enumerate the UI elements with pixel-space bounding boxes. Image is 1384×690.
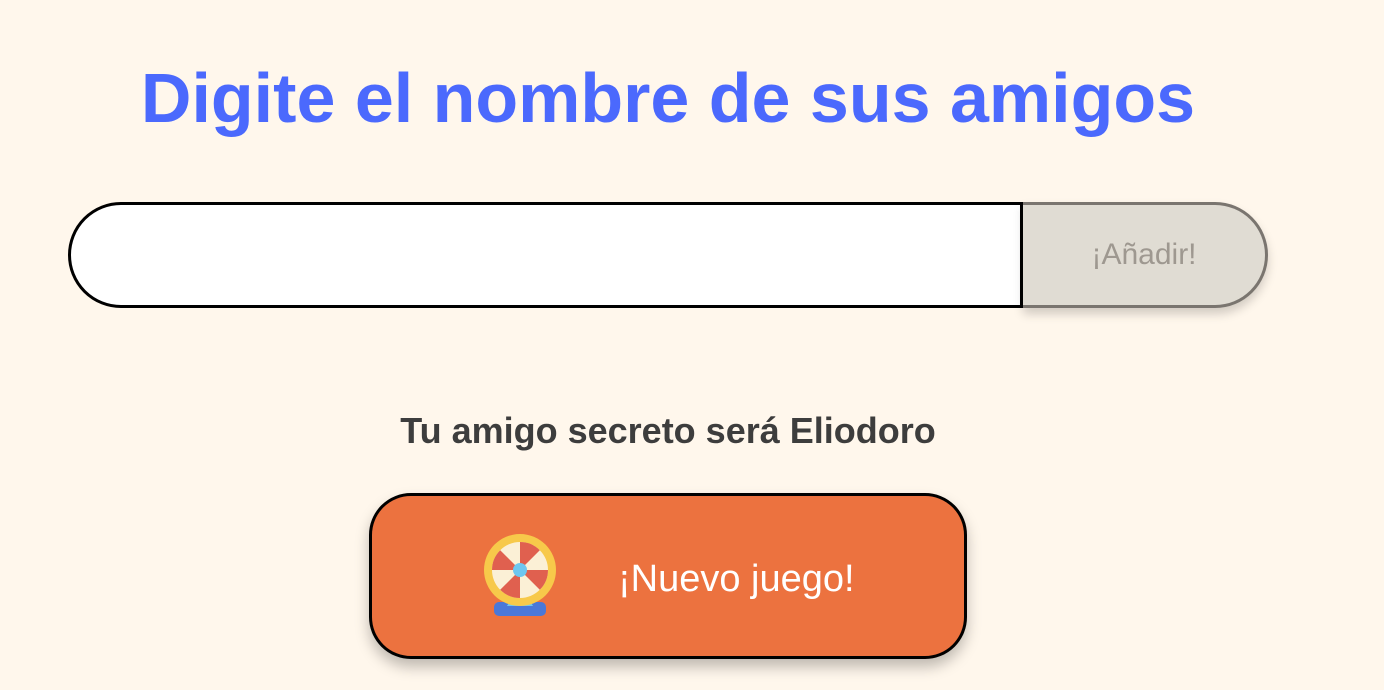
add-friend-button[interactable]: ¡Añadir! (1023, 202, 1268, 308)
friend-input-row: ¡Añadir! (68, 202, 1268, 308)
new-game-button[interactable]: ¡Nuevo juego! (369, 493, 967, 659)
new-game-label: ¡Nuevo juego! (618, 558, 855, 600)
page-title: Digite el nombre de sus amigos (140, 59, 1196, 137)
friend-name-input[interactable] (68, 202, 1023, 308)
page: Digite el nombre de sus amigos ¡Añadir! … (0, 0, 1384, 690)
prize-wheel-icon (484, 534, 556, 616)
secret-friend-result: Tu amigo secreto será Eliodoro (400, 410, 936, 451)
